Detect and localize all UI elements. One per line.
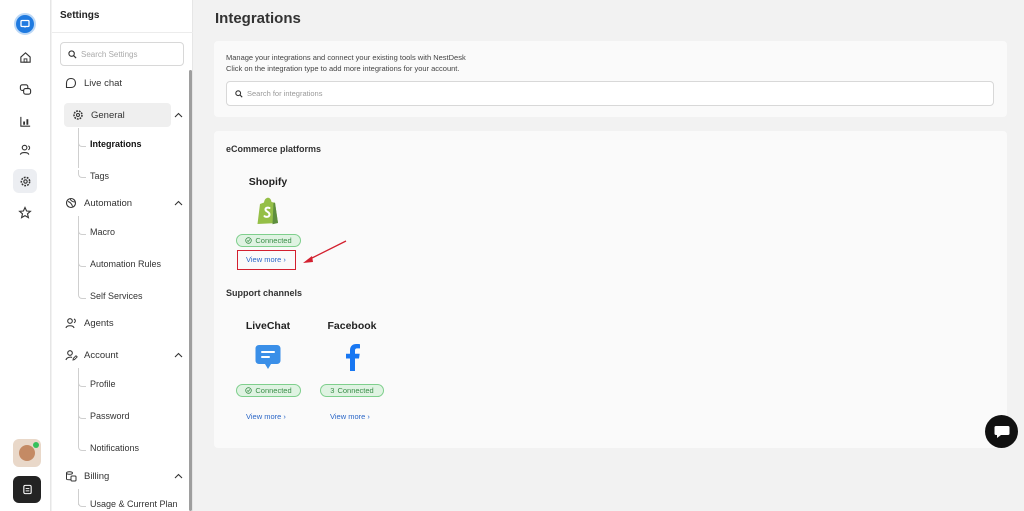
user-avatar[interactable] — [13, 439, 41, 467]
online-status-dot — [33, 442, 39, 448]
nav-notifications[interactable]: Notifications — [90, 443, 139, 453]
chevron-up-icon[interactable] — [173, 471, 183, 481]
nestdesk-logo-icon[interactable] — [14, 13, 36, 35]
icon-rail — [0, 0, 51, 511]
reports-icon[interactable] — [13, 109, 37, 133]
settings-title: Settings — [60, 10, 100, 21]
agents-icon — [64, 316, 78, 330]
integration-name: Facebook — [327, 320, 377, 332]
check-circle-icon — [245, 387, 253, 394]
nav-live-chat[interactable]: Live chat — [64, 71, 122, 95]
integration-facebook[interactable]: Facebook — [317, 320, 387, 372]
integrations-search-field[interactable] — [226, 81, 994, 106]
check-circle-icon — [245, 237, 253, 244]
integrations-intro-card: Manage your integrations and connect you… — [214, 41, 1007, 117]
nav-account[interactable]: Account — [64, 343, 118, 367]
star-icon[interactable] — [13, 201, 37, 225]
status-badge: Connected — [236, 234, 301, 247]
nav-general[interactable]: General — [64, 103, 171, 127]
integrations-search-input[interactable] — [247, 89, 947, 98]
nav-usage-current-plan[interactable]: Usage & Current Plan — [90, 499, 178, 509]
integration-shopify[interactable]: Shopify — [233, 176, 303, 226]
settings-gear-icon[interactable] — [13, 169, 37, 193]
nav-macro[interactable]: Macro — [90, 227, 115, 237]
status-badge: 3 Connected — [320, 384, 384, 397]
livechat-view-more-link[interactable]: View more › — [246, 412, 286, 421]
document-icon[interactable] — [13, 476, 41, 503]
gear-icon — [71, 108, 85, 122]
settings-search-field[interactable] — [60, 42, 184, 66]
integration-livechat[interactable]: LiveChat — [233, 320, 303, 372]
section-title-support: Support channels — [226, 288, 303, 298]
search-icon — [235, 89, 243, 98]
shopify-logo-icon — [253, 196, 283, 226]
account-edit-icon — [64, 348, 78, 362]
nav-profile[interactable]: Profile — [90, 379, 116, 389]
settings-search-input[interactable] — [81, 49, 181, 59]
connected-count: 3 — [330, 386, 335, 395]
nav-tags[interactable]: Tags — [90, 171, 109, 181]
search-icon — [68, 49, 77, 59]
nav-agents[interactable]: Agents — [64, 311, 114, 335]
nav-automation-rules[interactable]: Automation Rules — [90, 259, 161, 269]
nav-password[interactable]: Password — [90, 411, 130, 421]
nav-self-services[interactable]: Self Services — [90, 291, 143, 301]
conversations-icon[interactable] — [13, 77, 37, 101]
chat-bubble-icon — [994, 425, 1009, 438]
home-icon[interactable] — [13, 45, 37, 69]
settings-panel: Settings Live chat General Integrations … — [52, 0, 193, 511]
integrations-description: Manage your integrations and connect you… — [226, 53, 466, 73]
nav-billing[interactable]: Billing — [64, 464, 109, 488]
nav-automation[interactable]: Automation — [64, 191, 132, 215]
integration-name: Shopify — [248, 176, 288, 188]
facebook-logo-icon — [337, 342, 367, 372]
chat-bubble-icon — [64, 76, 78, 90]
chevron-up-icon[interactable] — [173, 350, 183, 360]
section-title-ecommerce: eCommerce platforms — [226, 144, 322, 154]
chat-widget-button[interactable] — [985, 415, 1018, 448]
livechat-logo-icon — [253, 342, 283, 372]
billing-icon — [64, 469, 78, 483]
facebook-view-more-link[interactable]: View more › — [330, 412, 370, 421]
chevron-up-icon[interactable] — [173, 198, 183, 208]
status-badge: Connected — [236, 384, 301, 397]
settings-scrollbar[interactable] — [189, 70, 192, 511]
chevron-up-icon[interactable] — [173, 110, 183, 120]
nav-integrations[interactable]: Integrations — [90, 139, 142, 149]
highlight-box — [237, 250, 296, 270]
integration-name: LiveChat — [245, 320, 291, 332]
contacts-icon[interactable] — [13, 137, 37, 161]
annotation-arrow-icon — [303, 240, 347, 263]
page-title: Integrations — [215, 10, 301, 27]
integrations-list-card: eCommerce platforms Shopify Connected Vi… — [214, 131, 1007, 448]
automation-icon — [64, 196, 78, 210]
